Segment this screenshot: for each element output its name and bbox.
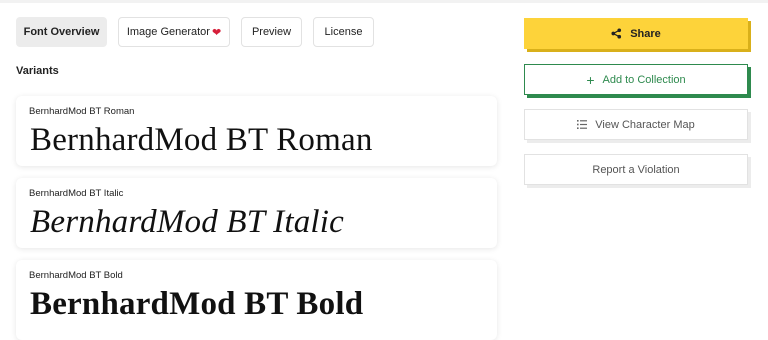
view-character-map-button[interactable]: View Character Map	[524, 109, 748, 140]
top-divider	[0, 0, 768, 3]
variant-card-roman[interactable]: BernhardMod BT Roman BernhardMod BT Roma…	[16, 96, 497, 166]
tab-label: License	[324, 26, 363, 38]
variant-label: BernhardMod BT Roman	[29, 106, 135, 117]
variant-label: BernhardMod BT Bold	[29, 270, 123, 281]
share-icon	[611, 28, 622, 39]
tab-label: Preview	[251, 26, 292, 38]
report-violation-label: Report a Violation	[592, 163, 680, 176]
variant-card-italic[interactable]: BernhardMod BT Italic BernhardMod BT Ita…	[16, 178, 497, 248]
variant-sample: BernhardMod BT Bold	[30, 286, 364, 322]
report-violation-button[interactable]: Report a Violation	[524, 154, 748, 185]
add-to-collection-button[interactable]: + Add to Collection	[524, 64, 748, 95]
tab-label: Image Generator	[126, 26, 210, 38]
list-icon	[577, 120, 588, 129]
add-to-collection-label: Add to Collection	[602, 73, 686, 86]
tab-label: Font Overview	[23, 26, 100, 38]
tab-font-overview[interactable]: Font Overview	[16, 17, 107, 47]
heart-icon: ❤	[211, 26, 222, 39]
share-label: Share	[630, 27, 661, 40]
variants-heading: Variants	[16, 65, 59, 77]
tab-license[interactable]: License	[313, 17, 374, 47]
tab-image-generator[interactable]: Image Generator ❤	[118, 17, 230, 47]
plus-icon: +	[586, 71, 595, 88]
variant-label: BernhardMod BT Italic	[29, 188, 124, 199]
share-button[interactable]: Share	[524, 18, 748, 49]
variant-sample: BernhardMod BT Italic	[30, 204, 345, 240]
tab-preview[interactable]: Preview	[241, 17, 302, 47]
view-character-map-label: View Character Map	[595, 118, 695, 131]
variant-card-bold[interactable]: BernhardMod BT Bold BernhardMod BT Bold	[16, 260, 497, 340]
variant-sample: BernhardMod BT Roman	[30, 122, 373, 158]
